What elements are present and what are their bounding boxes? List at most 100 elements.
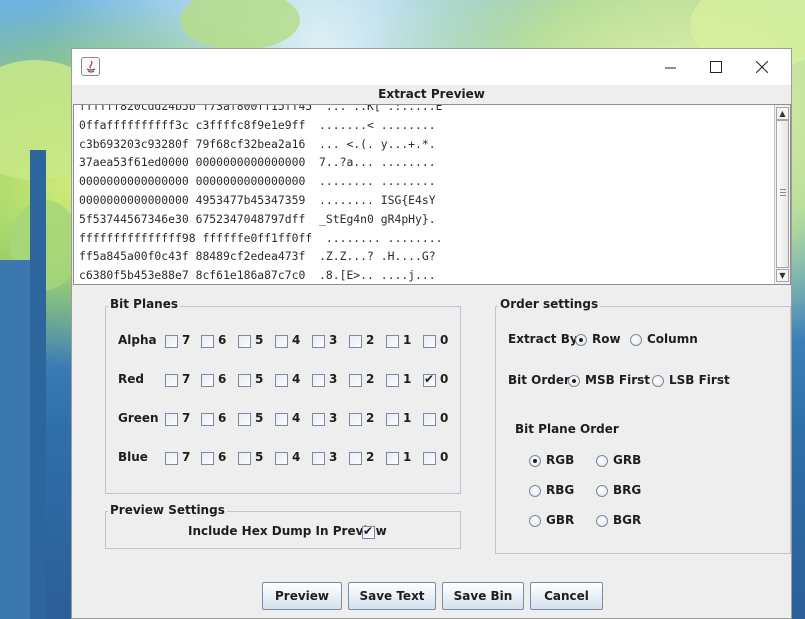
bit-label-4: 4 [292,372,301,386]
bit-checkbox-blue-3[interactable] [312,452,325,465]
bit-label-6: 6 [218,411,227,425]
bit-checkbox-blue-7[interactable] [165,452,178,465]
bit-label-6: 6 [218,372,227,386]
order-settings-title: Order settings [498,297,601,311]
bit-checkbox-red-5[interactable] [238,374,251,387]
extract-by-column-label[interactable]: Column [647,332,698,346]
extract-preview-heading: Extract Preview [378,87,485,101]
bit-label-5: 5 [255,411,264,425]
extract-by-column-radio[interactable] [630,334,642,346]
msb-first-radio[interactable] [568,375,580,387]
bit-label-3: 3 [329,411,338,425]
java-app-icon [81,57,100,76]
bit-checkbox-blue-6[interactable] [201,452,214,465]
bit-label-4: 4 [292,333,301,347]
lsb-first-radio[interactable] [652,375,664,387]
bit-checkbox-green-3[interactable] [312,413,325,426]
plane-order-label-grb[interactable]: GRB [613,453,641,467]
bit-checkbox-alpha-0[interactable] [423,335,436,348]
extract-by-row-radio[interactable] [575,334,587,346]
bit-checkbox-red-3[interactable] [312,374,325,387]
extract-by-row-label[interactable]: Row [592,332,621,346]
plane-order-label-gbr[interactable]: GBR [546,513,574,527]
maximize-icon [710,61,722,73]
bit-checkbox-red-6[interactable] [201,374,214,387]
bit-checkbox-blue-0[interactable] [423,452,436,465]
include-hex-checkbox[interactable]: ✔ [362,524,375,539]
lsb-first-label[interactable]: LSB First [669,373,730,387]
bit-label-2: 2 [366,411,375,425]
bit-checkbox-alpha-4[interactable] [275,335,288,348]
plane-order-label-brg[interactable]: BRG [613,483,641,497]
bit-checkbox-red-0[interactable]: ✔ [423,372,436,387]
cancel-button[interactable]: Cancel [530,582,603,610]
bit-planes-title: Bit Planes [108,297,181,311]
hex-dump-text: ffffff820cdd24b5b f73af800ff15ff45 ... .… [79,104,443,283]
close-button[interactable] [739,49,785,85]
plane-order-radio-rbg[interactable] [529,485,541,497]
bit-checkbox-green-2[interactable] [349,413,362,426]
bit-checkbox-green-1[interactable] [386,413,399,426]
bit-plane-row-label-red: Red [118,372,144,386]
bit-checkbox-red-4[interactable] [275,374,288,387]
preview-button[interactable]: Preview [262,582,342,610]
minimize-button[interactable] [647,49,693,85]
preview-text-area[interactable]: ffffff820cdd24b5b f73af800ff15ff45 ... .… [73,104,791,285]
bit-label-0: 0 [440,450,449,464]
bit-label-1: 1 [403,372,412,386]
bit-checkbox-red-2[interactable] [349,374,362,387]
bit-label-6: 6 [218,333,227,347]
bit-label-1: 1 [403,450,412,464]
bit-label-0: 0 [440,372,449,386]
bit-label-1: 1 [403,411,412,425]
bit-checkbox-green-6[interactable] [201,413,214,426]
bit-checkbox-alpha-1[interactable] [386,335,399,348]
bit-checkbox-red-7[interactable] [165,374,178,387]
scroll-up-arrow-icon[interactable]: ▲ [776,107,789,120]
bit-checkbox-blue-5[interactable] [238,452,251,465]
bit-label-3: 3 [329,333,338,347]
save-bin-button[interactable]: Save Bin [442,582,524,610]
bit-checkbox-blue-4[interactable] [275,452,288,465]
bit-checkbox-green-5[interactable] [238,413,251,426]
bit-checkbox-alpha-5[interactable] [238,335,251,348]
preview-settings-title: Preview Settings [108,503,227,517]
plane-order-label-rbg[interactable]: RBG [546,483,574,497]
plane-order-label-rgb[interactable]: RGB [546,453,574,467]
plane-order-radio-gbr[interactable] [529,515,541,527]
bit-checkbox-blue-2[interactable] [349,452,362,465]
bit-checkbox-green-0[interactable] [423,413,436,426]
plane-order-radio-grb[interactable] [596,455,608,467]
bit-checkbox-blue-1[interactable] [386,452,399,465]
minimize-icon [664,67,676,68]
save-text-button[interactable]: Save Text [348,582,436,610]
bit-label-7: 7 [182,450,191,464]
bit-label-0: 0 [440,411,449,425]
bit-label-5: 5 [255,450,264,464]
bit-checkbox-alpha-2[interactable] [349,335,362,348]
bit-label-2: 2 [366,333,375,347]
plane-order-radio-bgr[interactable] [596,515,608,527]
scroll-thumb[interactable] [776,120,789,268]
bit-checkbox-alpha-6[interactable] [201,335,214,348]
bit-checkbox-alpha-7[interactable] [165,335,178,348]
maximize-button[interactable] [693,49,739,85]
msb-first-label[interactable]: MSB First [585,373,650,387]
title-bar [72,49,791,85]
bit-label-7: 7 [182,372,191,386]
preview-scrollbar[interactable]: ▲ ▼ [774,105,790,284]
bit-label-5: 5 [255,333,264,347]
bit-plane-order-label: Bit Plane Order [515,422,619,436]
bit-checkbox-red-1[interactable] [386,374,399,387]
extract-by-label: Extract By [508,332,578,346]
plane-order-radio-brg[interactable] [596,485,608,497]
bit-checkbox-alpha-3[interactable] [312,335,325,348]
checkmark-icon: ✔ [363,524,374,538]
bit-label-3: 3 [329,372,338,386]
plane-order-label-bgr[interactable]: BGR [613,513,641,527]
include-hex-label: Include Hex Dump In Preview [188,524,387,538]
bit-checkbox-green-4[interactable] [275,413,288,426]
bit-checkbox-green-7[interactable] [165,413,178,426]
plane-order-radio-rgb[interactable] [529,455,541,467]
scroll-down-arrow-icon[interactable]: ▼ [776,269,789,282]
